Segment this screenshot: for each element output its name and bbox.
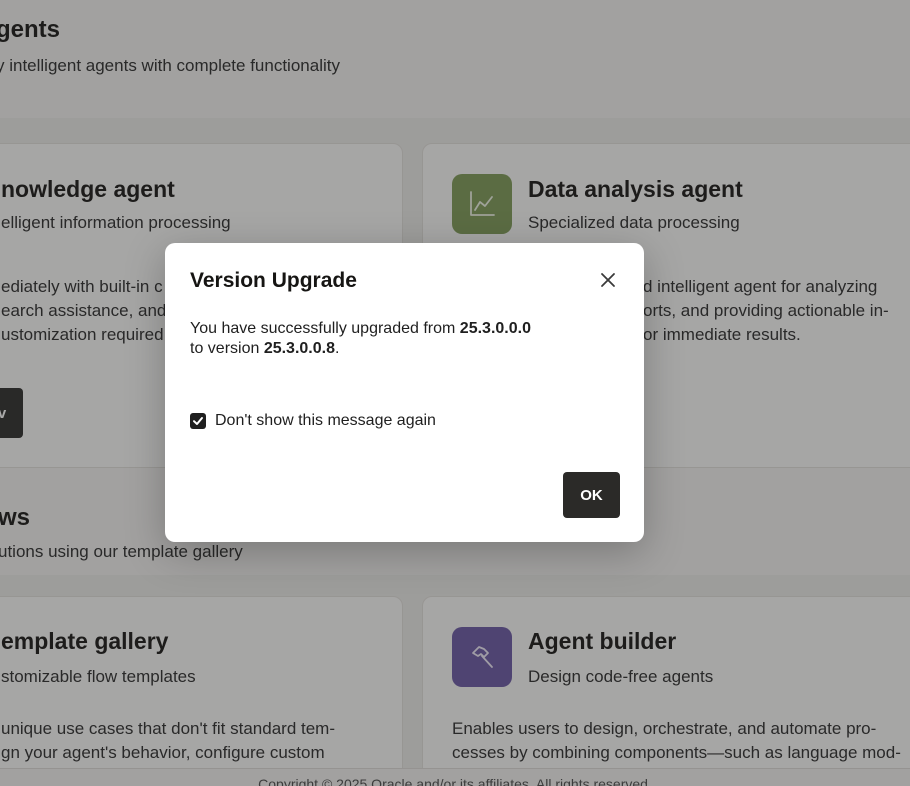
close-icon[interactable] <box>596 268 620 292</box>
dont-show-again-checkbox[interactable] <box>190 413 206 429</box>
message-mid: to version <box>190 340 264 357</box>
dialog-title: Version Upgrade <box>190 269 357 292</box>
message-suffix: . <box>334 340 340 357</box>
message-prefix: You have successfully upgraded from <box>190 320 460 337</box>
app-page: gents y intelligent agents with complete… <box>0 0 910 786</box>
from-version: 25.3.0.0.0 <box>459 320 531 337</box>
dont-show-again-row[interactable]: Don't show this message again <box>190 412 436 430</box>
dont-show-again-label[interactable]: Don't show this message again <box>215 412 436 430</box>
ok-button[interactable]: OK <box>563 472 620 518</box>
dialog-message: You have successfully upgraded from 25.3… <box>190 319 620 359</box>
to-version: 25.3.0.0.8 <box>263 340 335 357</box>
version-upgrade-dialog: Version Upgrade You have successfully up… <box>165 243 644 542</box>
